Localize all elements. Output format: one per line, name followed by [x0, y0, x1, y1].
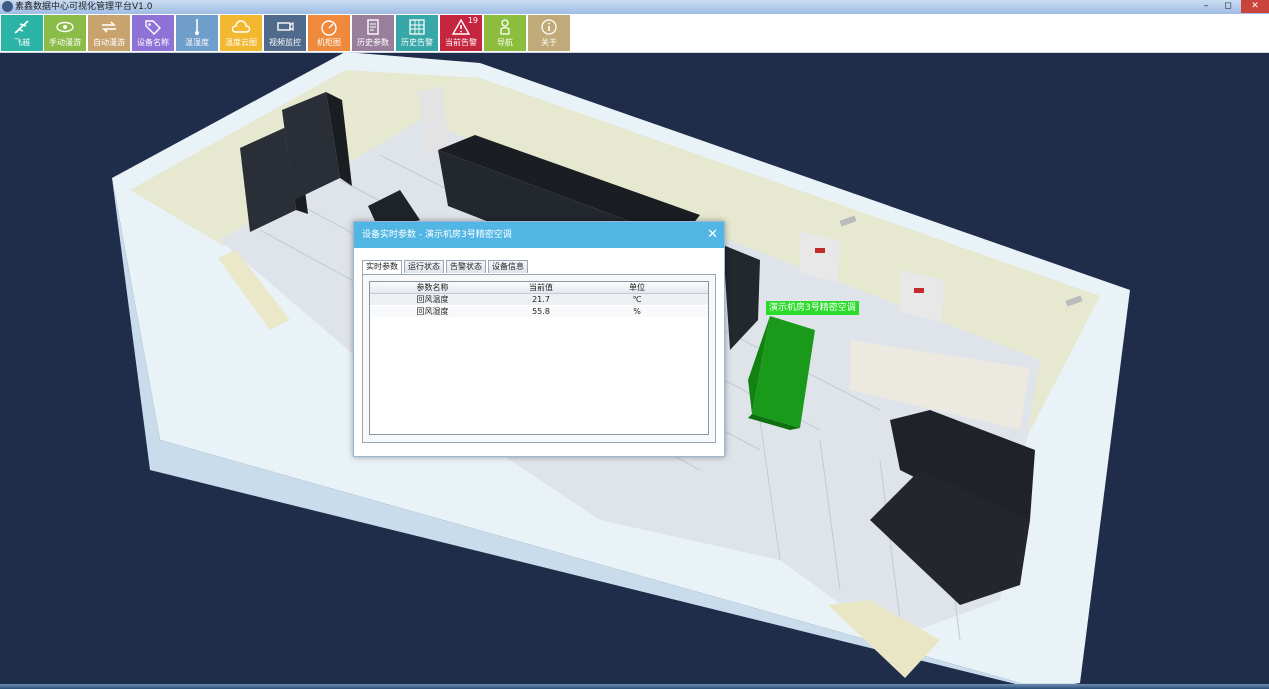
cycle-arrows-icon	[102, 21, 116, 33]
auto-roam-button[interactable]: 自动漫游	[88, 15, 130, 51]
toolbar-label: 关于	[541, 38, 557, 47]
app-logo-icon	[2, 1, 13, 12]
thermometer-icon	[195, 19, 199, 35]
params-table: 参数名称 当前值 单位 回风温度 21.7 ℃ 回风湿度 55.8 %	[369, 281, 709, 435]
table-row[interactable]: 回风湿度 55.8 %	[370, 306, 708, 317]
flyover-button[interactable]: 飞越	[1, 15, 43, 51]
camera-icon	[277, 21, 294, 32]
temperature-cloud-map-button[interactable]: 温度云图	[220, 15, 262, 51]
column-header[interactable]: 单位	[587, 282, 687, 293]
toolbar-label: 机柜图	[317, 38, 341, 47]
maximize-button[interactable]: ◻	[1217, 0, 1239, 13]
selected-device-label[interactable]: 演示机房3号精密空调	[766, 301, 859, 315]
history-params-button[interactable]: 历史参数	[352, 15, 394, 51]
current-alarms-button[interactable]: 19 当前告警	[440, 15, 482, 51]
tab-alarm-status[interactable]: 告警状态	[446, 260, 486, 273]
param-unit: ℃	[632, 295, 642, 304]
navigation-button[interactable]: 导航	[484, 15, 526, 51]
main-toolbar: 飞越 手动漫游 自动漫游 设备名称 温湿度 温度云图 视频监控 机柜图 历史参数…	[0, 14, 1269, 53]
gauge-icon	[321, 20, 337, 36]
plane-icon	[14, 20, 29, 34]
eye-icon	[56, 21, 74, 33]
about-button[interactable]: 关于	[528, 15, 570, 51]
video-monitor-button[interactable]: 视频监控	[264, 15, 306, 51]
param-value: 21.7	[532, 295, 550, 304]
window-titlebar: 素鑫数据中心可视化管理平台V1.0 – ◻ ✕	[0, 0, 1269, 15]
toolbar-label: 手动漫游	[49, 38, 81, 47]
os-taskbar	[0, 684, 1269, 689]
toolbar-label: 设备名称	[137, 38, 169, 47]
tab-running-status[interactable]: 运行状态	[404, 260, 444, 273]
param-value: 55.8	[532, 307, 550, 316]
toolbar-label: 飞越	[14, 38, 30, 47]
window-title: 素鑫数据中心可视化管理平台V1.0	[15, 2, 153, 12]
dialog-close-button[interactable]: ✕	[707, 222, 718, 248]
toolbar-label: 温湿度	[185, 38, 209, 47]
column-header[interactable]: 参数名称	[370, 282, 495, 293]
close-window-button[interactable]: ✕	[1241, 0, 1269, 13]
minimize-button[interactable]: –	[1195, 0, 1217, 13]
document-icon	[367, 19, 379, 35]
device-name-button[interactable]: 设备名称	[132, 15, 174, 51]
cloud-icon	[231, 20, 251, 33]
toolbar-label: 历史参数	[357, 38, 389, 47]
table-row[interactable]: 回风温度 21.7 ℃	[370, 294, 708, 305]
info-icon	[541, 19, 557, 35]
alarm-count-badge: 19	[467, 16, 478, 25]
history-alarms-button[interactable]: 历史告警	[396, 15, 438, 51]
toolbar-label: 导航	[497, 38, 513, 47]
table-header: 参数名称 当前值 单位	[370, 282, 708, 294]
toolbar-label: 视频监控	[269, 38, 301, 47]
column-header[interactable]: 当前值	[495, 282, 587, 293]
calendar-grid-icon	[409, 19, 425, 35]
navigator-icon	[500, 19, 510, 35]
tab-panel: 参数名称 当前值 单位 回风温度 21.7 ℃ 回风湿度 55.8 %	[362, 274, 716, 443]
toolbar-label: 当前告警	[445, 38, 477, 47]
tab-device-info[interactable]: 设备信息	[488, 260, 528, 273]
device-realtime-dialog: 设备实时参数 - 演示机房3号精密空调 ✕ 实时参数 运行状态 告警状态 设备信…	[353, 221, 725, 457]
temperature-humidity-button[interactable]: 温湿度	[176, 15, 218, 51]
tab-realtime-params[interactable]: 实时参数	[362, 260, 402, 274]
cabinet-view-button[interactable]: 机柜图	[308, 15, 350, 51]
param-unit: %	[633, 307, 641, 316]
dialog-title: 设备实时参数 - 演示机房3号精密空调	[362, 230, 512, 240]
param-name: 回风湿度	[416, 307, 449, 316]
toolbar-label: 温度云图	[225, 38, 257, 47]
dialog-tabs: 实时参数 运行状态 告警状态 设备信息	[362, 260, 530, 274]
tag-icon	[145, 20, 161, 35]
manual-roam-button[interactable]: 手动漫游	[44, 15, 86, 51]
toolbar-label: 自动漫游	[93, 38, 125, 47]
dialog-header: 设备实时参数 - 演示机房3号精密空调 ✕	[354, 222, 724, 248]
param-name: 回风温度	[416, 295, 449, 304]
toolbar-label: 历史告警	[401, 38, 433, 47]
